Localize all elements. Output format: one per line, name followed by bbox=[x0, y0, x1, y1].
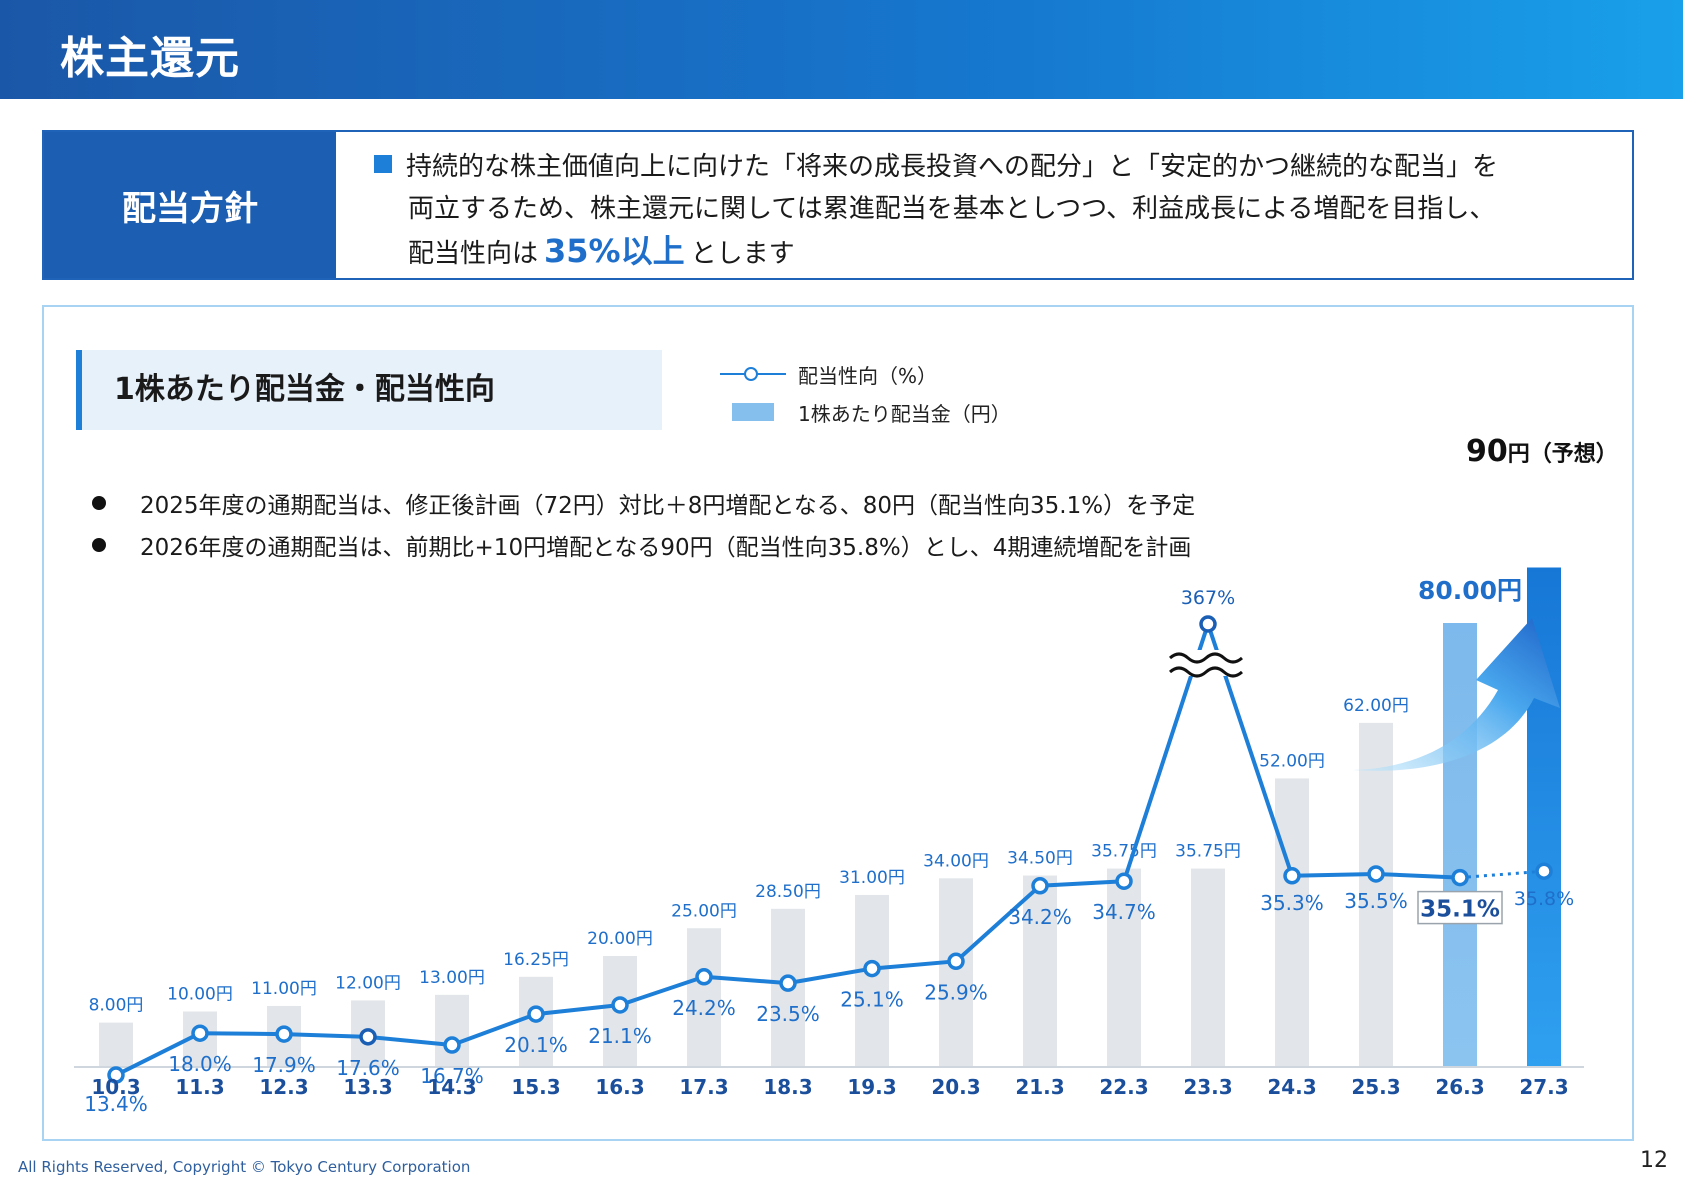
payout-ratio-label: 24.2% bbox=[672, 996, 736, 1020]
payout-ratio-marker bbox=[275, 1025, 293, 1043]
x-tick-label: 21.3 bbox=[1015, 1075, 1064, 1099]
payout-ratio-label: 35.3% bbox=[1260, 891, 1324, 915]
payout-ratio-label: 23.5% bbox=[756, 1002, 820, 1026]
x-tick-label: 15.3 bbox=[511, 1075, 560, 1099]
payout-ratio-marker bbox=[527, 1005, 545, 1023]
payout-ratio-marker bbox=[1451, 868, 1469, 887]
bar-value-label: 28.50円 bbox=[755, 882, 821, 902]
dividend-bar bbox=[1443, 623, 1477, 1067]
bar-value-label: 52.00円 bbox=[1259, 751, 1325, 771]
bar-value-label: 35.75円 bbox=[1175, 842, 1241, 862]
dividend-chart: 8.00円 10.00円 11.00円 12.00円 13.00円 16.25円 20.00… bbox=[74, 567, 1584, 1116]
payout-ratio-marker bbox=[779, 974, 797, 992]
x-tick-label: 24.3 bbox=[1267, 1075, 1316, 1099]
bar-value-label: 13.00円 bbox=[419, 968, 485, 988]
bar-value-label: 35.75円 bbox=[1091, 842, 1157, 862]
payout-ratio-marker bbox=[1535, 862, 1553, 880]
bar-value-label: 31.00円 bbox=[839, 868, 905, 888]
payout-ratio-marker bbox=[1199, 615, 1217, 633]
payout-ratio-marker bbox=[443, 1036, 461, 1054]
payout-ratio-marker bbox=[1115, 872, 1133, 890]
payout-ratio-label: 35.8% bbox=[1514, 888, 1574, 910]
payout-ratio-label: 18.0% bbox=[168, 1052, 232, 1076]
payout-ratio-marker bbox=[191, 1024, 209, 1042]
x-tick-label: 26.3 bbox=[1435, 1075, 1484, 1099]
bar-value-label: 25.00円 bbox=[671, 901, 737, 921]
x-tick-label: 19.3 bbox=[847, 1075, 896, 1099]
payout-ratio-marker bbox=[611, 996, 629, 1014]
bar-value-label: 12.00円 bbox=[335, 973, 401, 993]
payout-ratio-marker bbox=[863, 959, 881, 978]
x-tick-label: 27.3 bbox=[1519, 1075, 1568, 1099]
payout-ratio-marker bbox=[1031, 877, 1049, 895]
payout-ratio-label: 25.9% bbox=[924, 980, 988, 1004]
payout-ratio-marker bbox=[1367, 865, 1385, 883]
bar-value-label: 8.00円 bbox=[89, 996, 144, 1016]
x-tick-label: 12.3 bbox=[259, 1075, 308, 1099]
payout-ratio-label: 35.1% bbox=[1420, 897, 1500, 923]
dividend-bar bbox=[1191, 868, 1225, 1067]
payout-ratio-label: 35.5% bbox=[1344, 889, 1408, 913]
payout-ratio-label: 25.1% bbox=[840, 988, 904, 1012]
copyright-footer: All Rights Reserved, Copyright © Tokyo C… bbox=[18, 1158, 471, 1176]
bar-value-label: 62.00円 bbox=[1343, 696, 1409, 716]
x-tick-label: 25.3 bbox=[1351, 1075, 1400, 1099]
page-number: 12 bbox=[1640, 1148, 1668, 1173]
bar-value-label: 20.00円 bbox=[587, 929, 653, 949]
x-tick-label: 10.3 bbox=[91, 1075, 140, 1099]
dividend-bar bbox=[855, 894, 889, 1067]
dividend-bar bbox=[1275, 778, 1309, 1067]
x-tick-label: 20.3 bbox=[931, 1075, 980, 1099]
bar-value-label: 10.00円 bbox=[167, 985, 233, 1005]
x-tick-label: 22.3 bbox=[1099, 1075, 1148, 1099]
x-tick-label: 18.3 bbox=[763, 1075, 812, 1099]
bar-value-label: 34.00円 bbox=[923, 851, 989, 871]
payout-ratio-marker bbox=[947, 952, 965, 971]
dividend-bar bbox=[1107, 868, 1141, 1067]
payout-ratio-label: 34.2% bbox=[1008, 905, 1072, 929]
payout-ratio-label: 34.7% bbox=[1092, 900, 1156, 924]
x-tick-label: 16.3 bbox=[595, 1075, 644, 1099]
x-tick-label: 11.3 bbox=[175, 1075, 224, 1099]
x-tick-label: 13.3 bbox=[343, 1075, 392, 1099]
payout-ratio-label: 21.1% bbox=[588, 1024, 652, 1048]
payout-ratio-label: 367% bbox=[1181, 587, 1235, 609]
payout-ratio-label: 17.9% bbox=[252, 1053, 316, 1077]
bar-value-label: 16.25円 bbox=[503, 950, 569, 970]
bar-value-label: 11.00円 bbox=[251, 979, 317, 999]
payout-ratio-marker bbox=[695, 968, 713, 986]
bar-value-label: 34.50円 bbox=[1007, 849, 1073, 869]
payout-ratio-marker bbox=[1283, 867, 1301, 885]
x-tick-label: 23.3 bbox=[1183, 1075, 1232, 1099]
bar-value-label: 80.00円 bbox=[1418, 576, 1522, 605]
payout-ratio-marker bbox=[359, 1028, 377, 1046]
dividend-bar bbox=[939, 878, 973, 1067]
payout-ratio-label: 20.1% bbox=[504, 1033, 568, 1057]
dividend-bar bbox=[435, 994, 469, 1067]
x-tick-label: 14.3 bbox=[427, 1075, 476, 1099]
x-tick-label: 17.3 bbox=[679, 1075, 728, 1099]
dividend-bar bbox=[99, 1022, 133, 1067]
